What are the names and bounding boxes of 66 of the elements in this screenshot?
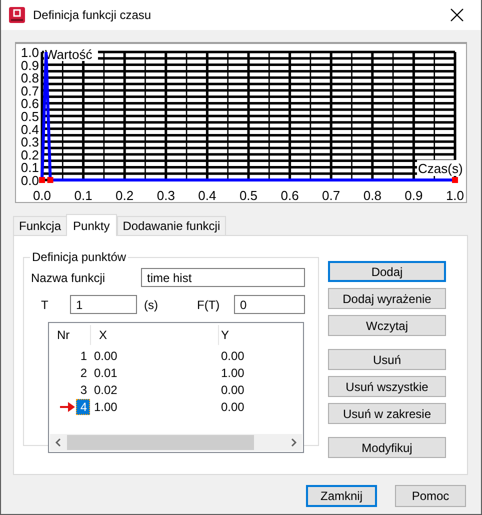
column-header[interactable]: Y xyxy=(219,325,255,345)
tab[interactable]: Punkty xyxy=(66,214,117,236)
row-number[interactable]: 4 xyxy=(76,398,90,414)
name-field[interactable]: time hist xyxy=(141,268,305,287)
tick-label: 0.5 xyxy=(239,188,258,202)
tick-label: 1.0 xyxy=(446,188,464,202)
window-title: Definicja funkcji czasu xyxy=(33,8,152,22)
unit-label: (s) xyxy=(143,298,159,312)
tab[interactable]: Funkcja xyxy=(13,216,68,235)
row-number[interactable]: 1 xyxy=(76,348,90,364)
data-point xyxy=(452,177,458,183)
data-point xyxy=(39,177,45,183)
time-field[interactable]: 1 xyxy=(70,295,137,314)
tick-label: 0.5 xyxy=(20,109,39,124)
close-icon[interactable] xyxy=(450,8,464,22)
action-button[interactable]: Usuń xyxy=(328,349,446,370)
tick-label: 0.1 xyxy=(20,160,39,176)
field-label: F(T) xyxy=(197,298,221,312)
table-cell-text: 0.00 xyxy=(220,382,244,396)
tick-label: 0.8 xyxy=(20,70,39,86)
tick-label: 0.2 xyxy=(20,147,39,162)
tick-label: 0.9 xyxy=(404,188,423,202)
field-label: Nazwa funkcji xyxy=(30,270,106,284)
tick-label: 1.0 xyxy=(20,45,39,60)
table-cell-text: 0.00 xyxy=(220,400,244,414)
table-cell-text: 0.02 xyxy=(93,382,118,396)
row-number[interactable]: 2 xyxy=(76,364,90,380)
tick-label: 0.1 xyxy=(74,188,92,202)
table-cell-text: 0.00 xyxy=(93,348,118,362)
tick-label: 0.0 xyxy=(20,173,39,188)
action-button[interactable]: Dodaj wyrażenie xyxy=(328,288,446,309)
axis-title: Czas(s) xyxy=(418,161,463,176)
tick-label: 0.0 xyxy=(32,188,52,202)
action-button[interactable]: Wczytaj xyxy=(328,315,446,336)
tick-label: 0.2 xyxy=(116,188,134,202)
table-cell-text: 0.00 xyxy=(220,348,244,362)
tick-label: 0.7 xyxy=(20,83,39,98)
column-header[interactable]: Nr xyxy=(49,325,91,345)
data-point xyxy=(47,177,54,183)
table-cell-text: 1.00 xyxy=(93,400,118,414)
arrow-icon xyxy=(60,400,76,412)
scrollbar[interactable] xyxy=(50,434,302,451)
action-button[interactable]: Modyfikuj xyxy=(328,437,446,458)
row-number[interactable]: 3 xyxy=(76,382,90,398)
tick-label: 0.3 xyxy=(156,188,175,202)
action-button[interactable]: Dodaj xyxy=(328,261,446,282)
tick-label: 0.3 xyxy=(20,134,39,150)
tick-label: 0.4 xyxy=(198,188,216,202)
value-field[interactable]: 0 xyxy=(234,295,305,314)
action-button[interactable]: Usuń w zakresie xyxy=(328,403,446,424)
dialog-button[interactable]: Zamknij xyxy=(306,485,377,507)
tick-label: 0.9 xyxy=(20,58,39,73)
tab[interactable]: Dodawanie funkcji xyxy=(116,216,226,235)
app-icon xyxy=(9,7,25,23)
tick-label: 0.7 xyxy=(322,188,340,202)
dialog-button[interactable]: Pomoc xyxy=(395,485,466,507)
column-header[interactable]: X xyxy=(91,325,219,345)
action-button[interactable]: Usuń wszystkie xyxy=(328,376,446,397)
tick-label: 0.8 xyxy=(363,188,382,202)
tick-label: 0.4 xyxy=(20,122,39,137)
table-cell-text: 1.00 xyxy=(220,366,244,380)
field-label: T xyxy=(40,298,50,312)
group-title: Definicja punktów xyxy=(31,250,128,264)
tick-label: 0.6 xyxy=(20,96,39,112)
table-cell-text: 0.01 xyxy=(93,366,118,380)
tick-label: 0.6 xyxy=(280,188,299,202)
